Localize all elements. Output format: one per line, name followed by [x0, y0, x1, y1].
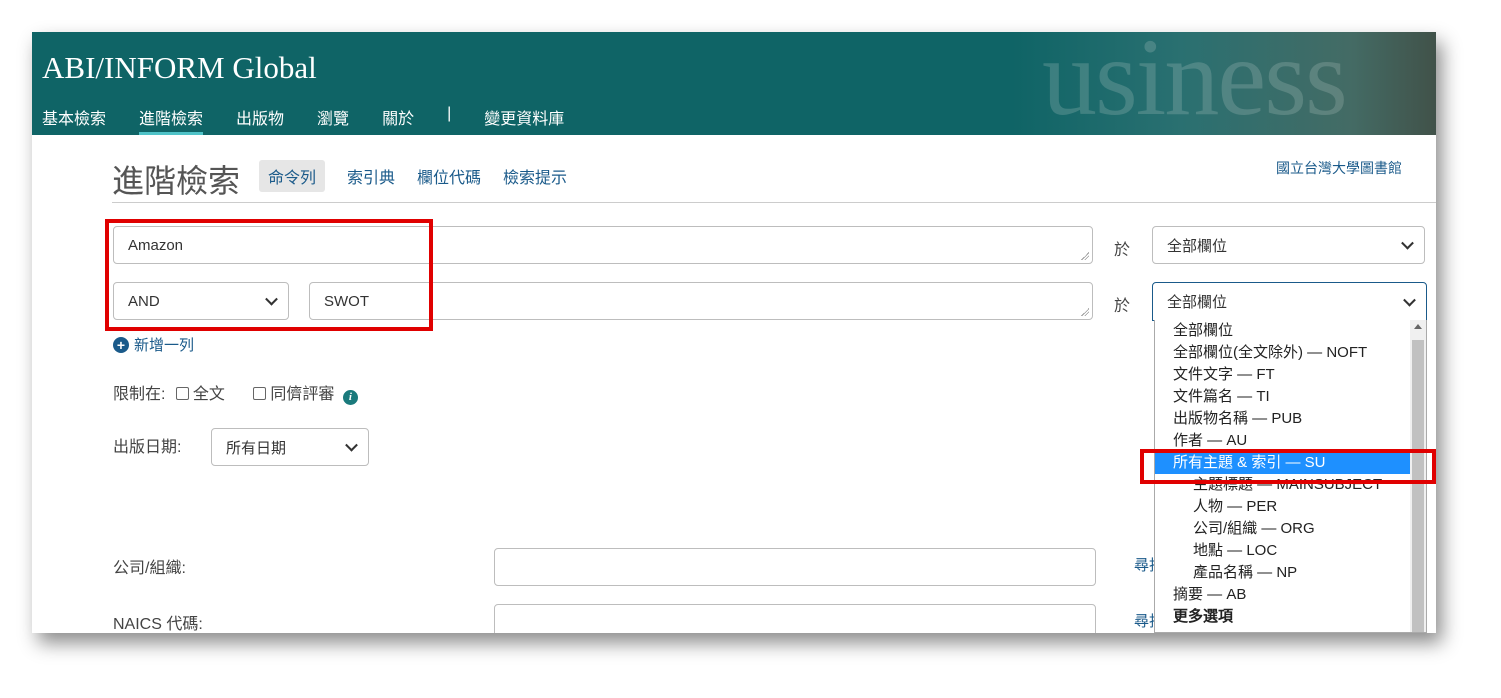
fulltext-checkbox[interactable]	[175, 387, 189, 400]
add-row-label: 新增一列	[134, 337, 195, 354]
peer-reviewed-checkbox[interactable]	[253, 387, 267, 400]
limit-to-label: 限制在: 全文 同儕評審 i	[113, 380, 358, 405]
peer-reviewed-checkbox-wrap[interactable]: 同儕評審	[253, 386, 334, 403]
nav-separator: |	[447, 105, 452, 122]
dropdown-option[interactable]: 摘要 — AB	[1155, 584, 1410, 606]
dropdown-option[interactable]: 地點 — LOC	[1155, 540, 1410, 562]
in-label-2: 於	[1114, 298, 1131, 315]
company-label: 公司/組織:	[113, 560, 186, 577]
chevron-down-icon	[1401, 236, 1414, 250]
fulltext-label: 全文	[192, 386, 225, 403]
field-select-2[interactable]: 全部欄位	[1152, 282, 1427, 321]
scrollbar-thumb[interactable]	[1412, 340, 1424, 632]
naics-label: NAICS 代碼:	[113, 616, 203, 633]
nav-about[interactable]: 關於	[382, 105, 414, 135]
highlight-box-search-terms	[105, 219, 433, 331]
tab-search-tips[interactable]: 檢索提示	[503, 160, 567, 192]
scroll-up-arrow-icon[interactable]	[1414, 324, 1422, 329]
nav-browse[interactable]: 瀏覽	[317, 105, 349, 135]
dropdown-option[interactable]: 產品名稱 — NP	[1155, 562, 1410, 584]
pubdate-select[interactable]: 所有日期	[211, 428, 369, 466]
tab-thesaurus[interactable]: 索引典	[347, 160, 395, 192]
dropdown-option[interactable]: 公司/組織 — ORG	[1155, 518, 1410, 540]
main-nav: 基本檢索 進階檢索 出版物 瀏覽 關於 | 變更資料庫	[42, 105, 597, 135]
pubdate-label: 出版日期:	[113, 439, 182, 456]
dropdown-option[interactable]: 出版物名稱 — PUB	[1155, 408, 1410, 430]
page-title: 進階檢索	[112, 163, 241, 199]
library-name[interactable]: 國立台灣大學圖書館	[1276, 158, 1402, 178]
field-select-value-2: 全部欄位	[1167, 294, 1228, 311]
info-icon[interactable]: i	[342, 390, 358, 405]
dropdown-option[interactable]: 全部欄位(全文除外) — NOFT	[1155, 342, 1410, 364]
tab-command-line[interactable]: 命令列	[259, 160, 326, 192]
fulltext-checkbox-wrap[interactable]: 全文	[175, 386, 225, 403]
resize-grip-icon[interactable]	[1081, 308, 1089, 316]
field-select-value-1: 全部欄位	[1167, 237, 1228, 255]
nav-basic-search[interactable]: 基本檢索	[42, 105, 106, 135]
nav-advanced-search[interactable]: 進階檢索	[139, 105, 204, 135]
chevron-down-icon	[1403, 293, 1416, 307]
app-title: ABI/INFORM Global	[42, 50, 317, 85]
highlight-box-selected-option	[1140, 449, 1436, 484]
add-row-button[interactable]: + 新增一列	[113, 334, 194, 355]
in-label-1: 於	[1114, 242, 1131, 259]
nav-publications[interactable]: 出版物	[236, 105, 284, 135]
dropdown-option-more[interactable]: 更多選項	[1155, 606, 1410, 628]
company-input[interactable]	[494, 548, 1096, 586]
plus-circle-icon: +	[113, 336, 129, 353]
site-header: usiness ABI/INFORM Global 基本檢索 進階檢索 出版物 …	[32, 32, 1436, 135]
chevron-down-icon	[345, 438, 358, 452]
naics-input[interactable]	[494, 604, 1096, 633]
header-banner-watermark: usiness	[1042, 32, 1348, 135]
screenshot-frame: usiness ABI/INFORM Global 基本檢索 進階檢索 出版物 …	[32, 32, 1436, 633]
title-divider	[112, 202, 1436, 203]
dropdown-option[interactable]: 文件文字 — FT	[1155, 364, 1410, 386]
peer-reviewed-label: 同儕評審	[270, 386, 335, 403]
resize-grip-icon[interactable]	[1081, 252, 1089, 260]
search-mode-tabs: 命令列 索引典 欄位代碼 檢索提示	[259, 160, 589, 192]
limit-to-text: 限制在:	[113, 386, 166, 403]
dropdown-option[interactable]: 人物 — PER	[1155, 496, 1410, 518]
nav-change-database[interactable]: 變更資料庫	[484, 105, 564, 135]
pubdate-value: 所有日期	[226, 439, 287, 457]
dropdown-option[interactable]: 文件篇名 — TI	[1155, 386, 1410, 408]
tab-field-codes[interactable]: 欄位代碼	[417, 160, 481, 192]
dropdown-option[interactable]: 全部欄位	[1155, 320, 1410, 342]
field-select-1[interactable]: 全部欄位	[1152, 226, 1425, 264]
